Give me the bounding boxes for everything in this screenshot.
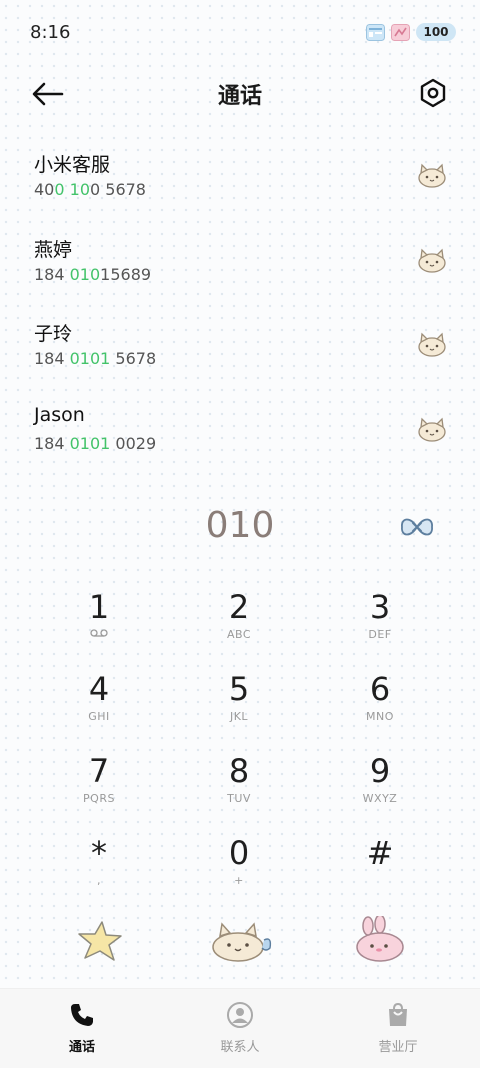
cat-icon (212, 922, 272, 962)
key-digit: 6 (369, 670, 391, 708)
key-digit: 2 (228, 588, 250, 626)
cat-sticker-icon[interactable] (416, 162, 448, 188)
person-icon (190, 1001, 290, 1029)
key-digit: 8 (228, 752, 250, 790)
key-letters: , (97, 874, 101, 887)
status-time: 8:16 (30, 22, 71, 43)
number-match-highlight: 0 (54, 180, 65, 199)
number-match-highlight: 010 (69, 265, 101, 284)
key-letters: PQRS (83, 792, 115, 805)
contact-name: 燕婷 (34, 239, 73, 261)
contact-result-row[interactable]: 小米客服 400 100 5678 (0, 142, 480, 222)
cat-sticker-icon[interactable] (416, 331, 448, 357)
star-icon (78, 921, 122, 961)
favorites-button[interactable] (76, 918, 124, 964)
number-match-highlight: 10 (69, 180, 90, 199)
key-digit: 0 (228, 834, 250, 872)
delete-button[interactable] (398, 512, 436, 542)
number-match-highlight: 0101 (69, 434, 111, 453)
number-segment: 184 (34, 265, 70, 284)
key-0[interactable]: 0 + (169, 834, 309, 914)
contact-number: 184 01015689 (34, 265, 151, 284)
key-6[interactable]: 6 MNO (310, 670, 450, 750)
contact-number: 400 100 5678 (34, 180, 146, 199)
key-digit: 9 (369, 752, 391, 790)
key-9[interactable]: 9 WXYZ (310, 752, 450, 832)
contact-name: 小米客服 (34, 154, 111, 176)
bottom-nav: 通话 联系人 营业厅 (0, 988, 480, 1068)
key-letters: MNO (366, 710, 394, 723)
nav-label: 通话 (68, 1040, 95, 1055)
key-letters: GHI (88, 710, 110, 723)
battery-level: 100 (423, 25, 449, 39)
shopping-bag-icon (348, 1001, 448, 1029)
voicemail-icon (29, 628, 169, 642)
key-letters: TUV (227, 792, 251, 805)
key-letters: + (234, 874, 244, 887)
key-3[interactable]: 3 DEF (310, 588, 450, 668)
key-digit: * (91, 834, 107, 872)
bunny-icon (356, 914, 404, 962)
key-letters: WXYZ (362, 792, 398, 805)
key-digit: 3 (369, 588, 391, 626)
sticker-note-icon (391, 23, 410, 41)
contact-number: 184 0101 5678 (34, 349, 156, 368)
cat-sticker-icon[interactable] (416, 416, 448, 442)
number-segment: 0029 (110, 434, 157, 453)
contact-result-row[interactable]: Jason 184 0101 0029 (0, 396, 480, 476)
settings-button[interactable] (416, 76, 450, 110)
number-segment: 15689 (100, 265, 152, 284)
key-digit: 1 (88, 588, 110, 626)
contact-name: 子玲 (34, 323, 73, 345)
bow-delete-icon (401, 518, 433, 536)
key-4[interactable]: 4 GHI (29, 670, 169, 750)
key-hash[interactable]: # (310, 834, 450, 914)
key-5[interactable]: 5 JKL (169, 670, 309, 750)
cat-sticker-icon[interactable] (416, 247, 448, 273)
key-letters: ABC (226, 628, 252, 641)
key-2[interactable]: 2 ABC (169, 588, 309, 668)
key-7[interactable]: 7 PQRS (29, 752, 169, 832)
contact-result-row[interactable]: 子玲 184 0101 5678 (0, 311, 480, 391)
battery-indicator: 100 (416, 23, 456, 41)
nav-tab-shopping-bag[interactable]: 营业厅 (348, 1001, 448, 1055)
key-letters: DEF (368, 628, 392, 641)
contact-result-row[interactable]: 燕婷 184 01015689 (0, 227, 480, 307)
bunny-button[interactable] (352, 914, 410, 964)
number-segment: 184 (34, 349, 70, 368)
contact-number: 184 0101 0029 (34, 434, 156, 453)
number-segment: 184 (34, 434, 70, 453)
page-title: 通话 (217, 84, 262, 109)
number-match-highlight: 0101 (69, 349, 111, 368)
nav-label: 联系人 (220, 1040, 260, 1055)
sticker-window-icon (366, 23, 385, 41)
key-letters: JKL (229, 710, 249, 723)
number-segment: 40 (34, 180, 55, 199)
nav-label: 营业厅 (378, 1040, 418, 1055)
number-segment: 5678 (110, 349, 157, 368)
key-digit: 4 (88, 670, 110, 708)
contact-name: Jason (34, 404, 85, 426)
nav-tab-person[interactable]: 联系人 (190, 1001, 290, 1055)
key-digit: 5 (228, 670, 250, 708)
hexagon-settings-icon (420, 78, 446, 108)
key-star[interactable]: *, (29, 834, 169, 914)
phone-icon (32, 1001, 132, 1029)
key-1[interactable]: 1 (29, 588, 169, 668)
number-segment: 0 5678 (90, 180, 146, 199)
key-letters (310, 874, 450, 888)
nav-tab-phone[interactable]: 通话 (32, 1001, 132, 1055)
key-digit: # (366, 834, 394, 872)
key-8[interactable]: 8 TUV (169, 752, 309, 832)
status-icons: 100 (366, 23, 456, 41)
call-button[interactable] (206, 918, 276, 964)
key-digit: 7 (88, 752, 110, 790)
